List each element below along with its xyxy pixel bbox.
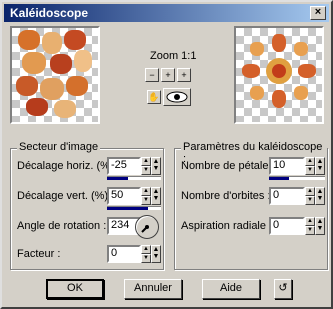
zoom-in-icon: + [181,70,187,80]
orbits-spinner[interactable]: ▲ ▼ [305,187,315,205]
cancel-button[interactable]: Annuler [124,279,182,299]
orbits-input[interactable] [271,189,303,201]
radial-suction-range-button[interactable]: ▲ ▼ [315,217,325,235]
petals-label: Nombre de pétales : [181,160,281,172]
factor-input[interactable] [109,247,139,259]
petals-slider[interactable] [269,176,325,180]
v-offset-input[interactable] [109,189,139,201]
reset-button[interactable]: ↺ [274,279,292,299]
rotation-dial[interactable] [135,215,159,239]
hand-icon: ✋ [148,92,160,102]
factor-label: Facteur : [17,248,61,260]
fit-button[interactable]: + [161,68,175,82]
kaleidoscope-dialog: Kaléidoscope × Zoom 1:1 − + + ✋ Secteur … [0,0,333,309]
h-offset-label: Décalage horiz. (%) : [17,160,120,172]
zoom-out-icon: − [149,70,155,80]
v-offset-field[interactable] [107,187,141,205]
zoom-in-button[interactable]: + [177,68,191,82]
petals-input[interactable] [271,159,303,171]
image-sector-group: Secteur d'image Décalage horiz. (%) : ▲▼… [10,141,164,270]
window-title: Kaléidoscope [10,6,89,20]
hand-button[interactable]: ✋ [147,90,161,104]
h-offset-input[interactable] [109,159,139,171]
help-button[interactable]: Aide [202,279,260,299]
v-offset-range-button[interactable]: ▲ ▼ [151,187,161,205]
h-offset-spinner[interactable]: ▲ ▼ [141,157,151,175]
factor-spinner[interactable]: ▲ ▼ [141,245,151,263]
radial-suction-field[interactable] [269,217,305,235]
close-button[interactable]: × [310,6,326,20]
orbits-field[interactable] [269,187,305,205]
image-sector-legend: Secteur d'image [17,141,101,153]
title-bar[interactable]: Kaléidoscope × [4,4,329,22]
radial-suction-label: Aspiration radiale : [181,220,273,232]
reset-icon: ↺ [278,282,288,294]
v-offset-spinner[interactable]: ▲ ▼ [141,187,151,205]
petals-spinner[interactable]: ▲ ▼ [305,157,315,175]
source-preview[interactable] [10,26,100,124]
kaleido-params-group: Paramètres du kaléidoscope : Nombre de p… [174,141,328,270]
petals-field[interactable] [269,157,305,175]
zoom-level: Zoom 1:1 [150,50,197,62]
zoom-out-button[interactable]: − [145,68,159,82]
orbits-range-button[interactable]: ▲ ▼ [315,187,325,205]
dial-needle-icon [141,225,149,233]
result-preview [234,26,324,124]
h-offset-field[interactable] [107,157,141,175]
h-offset-range-button[interactable]: ▲ ▼ [151,157,161,175]
rotation-label: Angle de rotation : [17,220,107,232]
h-offset-slider[interactable] [107,176,161,180]
v-offset-slider[interactable] [107,206,161,210]
fit-icon: + [165,70,171,80]
v-offset-label: Décalage vert. (%) : [17,190,115,202]
ok-button[interactable]: OK [46,279,104,299]
close-icon: × [314,6,322,18]
petals-range-button[interactable]: ▲ ▼ [315,157,325,175]
eye-icon [166,91,188,103]
factor-field[interactable] [107,245,141,263]
factor-range-button[interactable]: ▲ ▼ [151,245,161,263]
radial-suction-input[interactable] [271,219,303,231]
radial-suction-spinner[interactable]: ▲ ▼ [305,217,315,235]
orbits-label: Nombre d'orbites : [181,190,271,202]
eye-toggle[interactable] [163,88,191,106]
